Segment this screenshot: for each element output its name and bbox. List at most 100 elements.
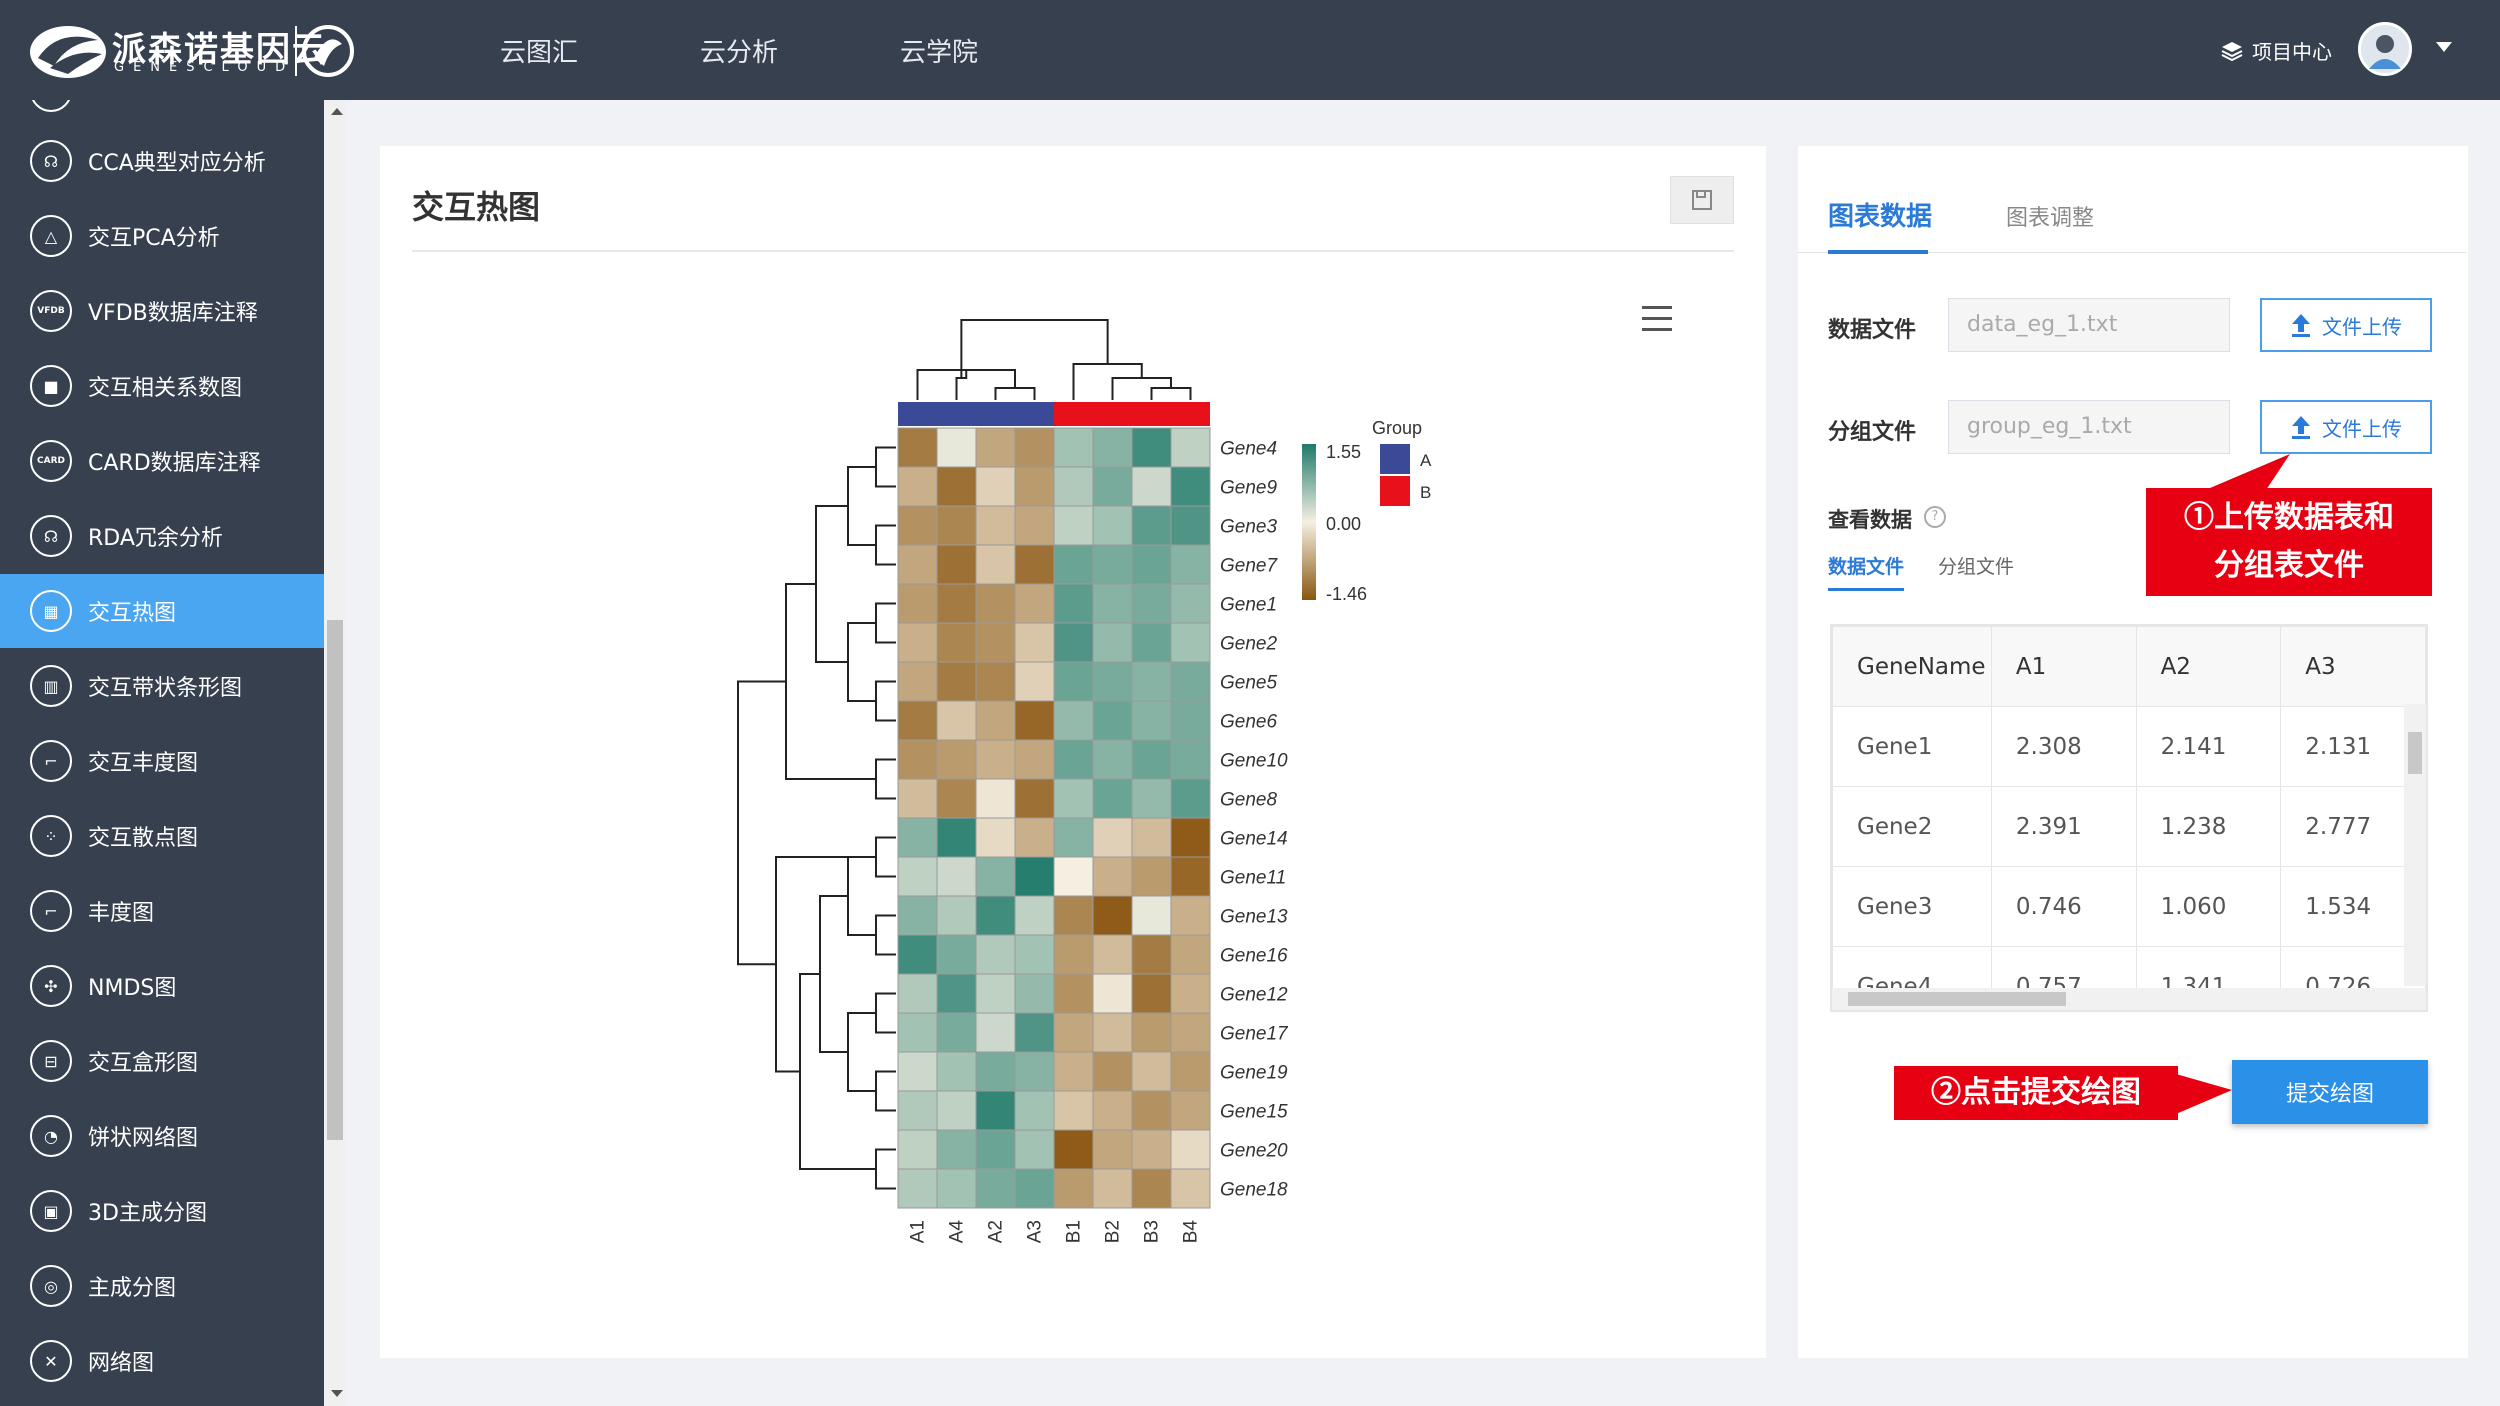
sidebar-item-abundance[interactable]: ⌐ 交互丰度图 <box>0 724 324 798</box>
sidebar-item-abundance2[interactable]: ⌐ 丰度图 <box>0 874 324 948</box>
color-scale-bar <box>1302 444 1316 600</box>
sidebar-item-card[interactable]: CARD CARD数据库注释 <box>0 424 324 498</box>
chart-menu-hamburger-icon[interactable] <box>1642 306 1672 332</box>
title-divider <box>412 250 1734 252</box>
sidebar-item-cca[interactable]: ☊ CCA典型对应分析 <box>0 124 324 198</box>
sidebar-item-correlation[interactable]: ■ 交互相关系数图 <box>0 349 324 423</box>
heatmap-cell <box>975 544 1016 585</box>
heatmap-cell <box>975 1168 1016 1209</box>
sidebar-item-rda[interactable]: ☊ RDA冗余分析 <box>0 499 324 573</box>
heatmap-cell <box>1170 1090 1211 1131</box>
submit-plot-button[interactable]: 提交绘图 <box>2232 1060 2428 1124</box>
heatmap-cell <box>936 817 977 858</box>
group-bar-B3 <box>1132 402 1171 426</box>
row-dendrogram-branch <box>819 895 848 1053</box>
sidebar-scrollbar-thumb[interactable] <box>327 620 343 1140</box>
correlation-icon: ■ <box>30 365 72 407</box>
row-dendrogram-branch <box>847 1012 876 1092</box>
row-label-Gene16: Gene16 <box>1220 946 1288 967</box>
heatmap-cell <box>1131 1090 1172 1131</box>
nav-yuntuhui[interactable]: 云图汇 <box>500 32 578 69</box>
sidebar-item-nmds[interactable]: ✣ NMDS图 <box>0 949 324 1023</box>
row-label-Gene1: Gene1 <box>1220 595 1277 616</box>
group-legend-swatch-A <box>1380 444 1410 474</box>
pc-icon: ◎ <box>30 1265 72 1307</box>
brand-subtitle: GENESCLOUD <box>114 60 295 75</box>
tab-chart-data[interactable]: 图表数据 <box>1828 196 1932 233</box>
heatmap-cell <box>1053 934 1094 975</box>
save-button[interactable] <box>1670 176 1734 224</box>
heatmap-cell <box>1053 1051 1094 1092</box>
pca3d-icon: ▣ <box>30 1190 72 1232</box>
row-label-Gene20: Gene20 <box>1220 1141 1288 1162</box>
layers-icon <box>2221 41 2243 61</box>
data-file-input[interactable]: data_eg_1.txt <box>1948 298 2230 352</box>
sidebar-item-boxplot[interactable]: ⊟ 交互盒形图 <box>0 1024 324 1098</box>
user-menu-chevron-down-icon[interactable] <box>2436 42 2452 52</box>
sidebar-item-pie-network[interactable]: ◔ 饼状网络图 <box>0 1099 324 1173</box>
scroll-down-icon[interactable] <box>331 1390 343 1397</box>
heatmap-cell <box>975 1012 1016 1053</box>
heatmap-cell <box>1014 1090 1055 1131</box>
sidebar-item-vfdb[interactable]: VFDB VFDB数据库注释 <box>0 274 324 348</box>
heatmap-cell <box>1053 622 1094 663</box>
row-label-Gene9: Gene9 <box>1220 478 1277 499</box>
heatmap-cell <box>1014 466 1055 507</box>
col-label-A4: A4 <box>947 1220 968 1244</box>
project-center-link[interactable]: 项目中心 <box>2220 36 2332 65</box>
col-label-B3: B3 <box>1142 1220 1163 1243</box>
heatmap-cell <box>1170 1012 1211 1053</box>
upload-label: 文件上传 <box>2322 416 2402 441</box>
user-avatar[interactable] <box>2358 22 2412 76</box>
row-label-Gene8: Gene8 <box>1220 790 1277 811</box>
heatmap-cell <box>1131 1051 1172 1092</box>
sidebar-item-pc[interactable]: ◎ 主成分图 <box>0 1249 324 1323</box>
view-tab-group-file[interactable]: 分组文件 <box>1938 552 2014 579</box>
scroll-up-icon[interactable] <box>331 108 343 115</box>
view-tab-data-file[interactable]: 数据文件 <box>1828 552 1904 579</box>
heatmap-cell <box>1092 583 1133 624</box>
heatmap-cell <box>897 856 938 897</box>
heatmap-cell <box>897 427 938 468</box>
sidebar-item-label: 交互丰度图 <box>88 751 199 776</box>
sidebar-item-scatter[interactable]: ⁘ 交互散点图 <box>0 799 324 873</box>
heatmap-cell <box>1053 1168 1094 1209</box>
heatmap-cell <box>975 622 1016 663</box>
avatar-person-icon <box>2369 35 2401 69</box>
table-header-cell: A3 <box>2280 626 2426 707</box>
help-question-icon[interactable]: ? <box>1924 506 1946 528</box>
tab-chart-adjust[interactable]: 图表调整 <box>2006 200 2094 232</box>
col-label-A1: A1 <box>908 1220 929 1243</box>
group-file-upload-button[interactable]: 文件上传 <box>2260 400 2432 454</box>
sidebar-item-barstrip[interactable]: ▥ 交互带状条形图 <box>0 649 324 723</box>
heatmap-cell <box>1170 505 1211 546</box>
group-file-input[interactable]: group_eg_1.txt <box>1948 400 2230 454</box>
nav-yunfenxi[interactable]: 云分析 <box>700 32 778 69</box>
sidebar-item-pca3d[interactable]: ▣ 3D主成分图 <box>0 1174 324 1248</box>
heatmap-cell <box>936 622 977 663</box>
heatmap-cell <box>1014 661 1055 702</box>
heatmap-cell <box>1092 817 1133 858</box>
cca-icon: ☊ <box>30 140 72 182</box>
heatmap-cell <box>975 973 1016 1014</box>
data-preview-table: GeneName A1 A2 A3 Gene1 2.308 2.141 2.131 Gene2… <box>1830 624 2428 1012</box>
table-horizontal-scroll-thumb[interactable] <box>1848 992 2066 1006</box>
heatmap-cell <box>1131 1168 1172 1209</box>
heatmap-cell <box>1170 466 1211 507</box>
sidebar-item-heatmap[interactable]: ▦ 交互热图 <box>0 574 324 648</box>
data-file-upload-button[interactable]: 文件上传 <box>2260 298 2432 352</box>
sidebar-item-network[interactable]: ✕ 网络图 <box>0 1324 324 1398</box>
heatmap-cell <box>1131 544 1172 585</box>
heatmap-cell <box>936 583 977 624</box>
row-dendrogram-branch <box>847 466 876 546</box>
table-vertical-scroll-thumb[interactable] <box>2408 732 2422 774</box>
sidebar-item-pca[interactable]: △ 交互PCA分析 <box>0 199 324 273</box>
nav-yunxueyuan[interactable]: 云学院 <box>900 32 978 69</box>
heatmap-cell <box>897 1168 938 1209</box>
row-label-Gene2: Gene2 <box>1220 634 1277 655</box>
upload-icon <box>2292 416 2310 439</box>
table-cell: 1.060 <box>2135 866 2282 947</box>
row-label-Gene6: Gene6 <box>1220 712 1277 733</box>
sidebar-item-label: 交互散点图 <box>88 826 199 851</box>
callout-submit-hint: ②点击提交绘图 <box>1894 1066 2178 1120</box>
